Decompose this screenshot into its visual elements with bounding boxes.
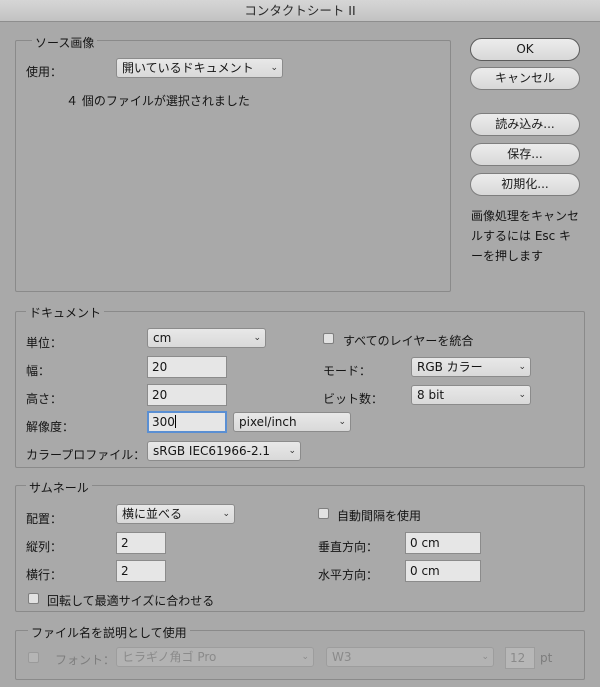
height-label: 高さ：	[26, 392, 63, 406]
resolution-label: 解像度：	[26, 420, 75, 434]
width-input[interactable]: 20	[147, 356, 227, 378]
height-input[interactable]: 20	[147, 384, 227, 406]
font-size-unit: pt	[540, 651, 553, 665]
resolution-unit-value: pixel/inch	[239, 415, 297, 429]
text-caret	[174, 415, 176, 428]
load-button[interactable]: 読み込み...	[470, 113, 580, 136]
ok-button[interactable]: OK	[470, 38, 580, 61]
chevron-down-icon: ⌄	[253, 333, 261, 343]
chevron-down-icon: ⌄	[288, 446, 296, 456]
chevron-down-icon: ⌄	[301, 652, 309, 662]
profile-select[interactable]: sRGB IEC61966-2.1 ⌄	[147, 441, 301, 461]
font-weight-select-value: W3	[332, 650, 352, 664]
use-label: 使用：	[26, 65, 63, 79]
profile-label: カラープロファイル：	[26, 448, 146, 462]
font-size-input[interactable]: 12	[505, 647, 535, 669]
unit-select[interactable]: cm ⌄	[147, 328, 266, 348]
mode-label: モード：	[323, 364, 372, 378]
vertical-label: 垂直方向：	[318, 540, 379, 554]
reset-button[interactable]: 初期化...	[470, 173, 580, 196]
vertical-input[interactable]: 0 cm	[405, 532, 481, 554]
caption-group-title: ファイル名を説明として使用	[28, 624, 190, 641]
resolution-input-value: 300	[152, 415, 175, 429]
font-select[interactable]: ヒラギノ角ゴ Pro ⌄	[116, 647, 314, 667]
resolution-unit-select[interactable]: pixel/inch ⌄	[233, 412, 351, 432]
rows-label: 横行：	[26, 568, 63, 582]
thumbnail-group-title: サムネール	[26, 479, 92, 496]
source-group-title: ソース画像	[32, 34, 98, 51]
escape-note: 画像処理をキャンセルするには Esc キーを押します	[471, 209, 580, 263]
chevron-down-icon: ⌄	[222, 509, 230, 519]
rows-input[interactable]: 2	[116, 560, 166, 582]
auto-spacing-label[interactable]: 自動間隔を使用	[337, 507, 421, 524]
document-group-title: ドキュメント	[26, 304, 105, 321]
profile-select-value: sRGB IEC61966-2.1	[153, 444, 271, 458]
place-label: 配置：	[26, 512, 63, 526]
bit-depth-label: ビット数：	[323, 392, 384, 406]
columns-label: 縦列：	[26, 540, 63, 554]
use-select[interactable]: 開いているドキュメント ⌄	[116, 58, 283, 78]
width-label: 幅：	[26, 364, 51, 378]
horizontal-input[interactable]: 0 cm	[405, 560, 481, 582]
bit-depth-select-value: 8 bit	[417, 388, 445, 402]
chevron-down-icon: ⌄	[518, 390, 526, 400]
chevron-down-icon: ⌄	[270, 63, 278, 73]
font-label: フォント：	[55, 653, 116, 667]
unit-select-value: cm	[153, 331, 172, 345]
bit-depth-select[interactable]: 8 bit ⌄	[411, 385, 531, 405]
columns-input[interactable]: 2	[116, 532, 166, 554]
file-status: ４ 個のファイルが選択されました	[66, 94, 250, 108]
font-weight-select[interactable]: W3 ⌄	[326, 647, 494, 667]
chevron-down-icon: ⌄	[518, 362, 526, 372]
chevron-down-icon: ⌄	[338, 417, 346, 427]
cancel-button[interactable]: キャンセル	[470, 67, 580, 90]
font-select-value: ヒラギノ角ゴ Pro	[122, 650, 217, 664]
caption-checkbox[interactable]	[28, 652, 39, 663]
save-button[interactable]: 保存...	[470, 143, 580, 166]
rotate-checkbox[interactable]	[28, 593, 39, 604]
unit-label: 単位：	[26, 336, 63, 350]
auto-spacing-checkbox[interactable]	[318, 508, 329, 519]
mode-select-value: RGB カラー	[417, 360, 483, 374]
place-select[interactable]: 横に並べる ⌄	[116, 504, 235, 524]
rotate-label[interactable]: 回転して最適サイズに合わせる	[47, 592, 214, 609]
place-select-value: 横に並べる	[122, 507, 183, 521]
resolution-input[interactable]: 300	[147, 411, 227, 433]
flatten-checkbox[interactable]	[323, 333, 334, 344]
chevron-down-icon: ⌄	[481, 652, 489, 662]
use-select-value: 開いているドキュメント	[122, 61, 254, 75]
flatten-label[interactable]: すべてのレイヤーを統合	[343, 332, 473, 349]
horizontal-label: 水平方向：	[318, 568, 379, 582]
window-title: コンタクトシート II	[0, 0, 600, 22]
mode-select[interactable]: RGB カラー ⌄	[411, 357, 531, 377]
